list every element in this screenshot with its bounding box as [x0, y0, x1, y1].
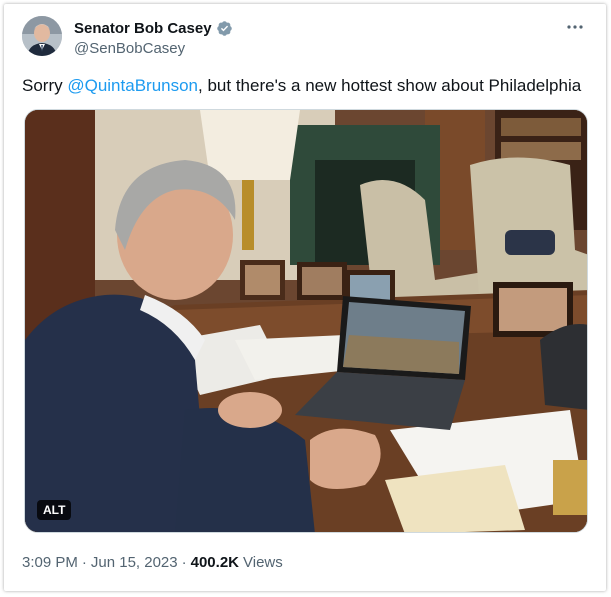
- author-display-name[interactable]: Senator Bob Casey: [74, 20, 212, 37]
- views-label: Views: [243, 554, 283, 571]
- verified-badge-icon: [216, 20, 233, 37]
- tweet-card: Senator Bob Casey @SenBobCasey Sorry @Qu…: [4, 4, 606, 591]
- tweet-header: Senator Bob Casey @SenBobCasey: [22, 16, 594, 62]
- mention-link[interactable]: @QuintaBrunson: [67, 76, 198, 95]
- meta-separator: ·: [81, 554, 87, 571]
- office-photo: [25, 110, 587, 532]
- author-info: Senator Bob Casey @SenBobCasey: [74, 20, 233, 57]
- avatar[interactable]: [22, 16, 62, 56]
- views-count[interactable]: 400.2K: [191, 554, 239, 571]
- tweet-date[interactable]: Jun 15, 2023: [91, 554, 178, 571]
- alt-text-button[interactable]: ALT: [37, 500, 72, 520]
- tweet-text-after: , but there's a new hottest show about P…: [198, 76, 582, 95]
- tweet-metadata: 3:09 PM · Jun 15, 2023 · 400.2K Views: [22, 554, 283, 571]
- tweet-time[interactable]: 3:09 PM: [22, 554, 78, 571]
- tweet-text-before: Sorry: [22, 76, 68, 95]
- author-handle[interactable]: @SenBobCasey: [74, 40, 233, 57]
- more-options-icon[interactable]: [564, 16, 586, 38]
- tweet-photo[interactable]: ALT: [24, 109, 588, 533]
- avatar-image: [22, 16, 62, 56]
- meta-separator: ·: [181, 554, 187, 571]
- tweet-text: Sorry @QuintaBrunson, but there's a new …: [22, 74, 592, 98]
